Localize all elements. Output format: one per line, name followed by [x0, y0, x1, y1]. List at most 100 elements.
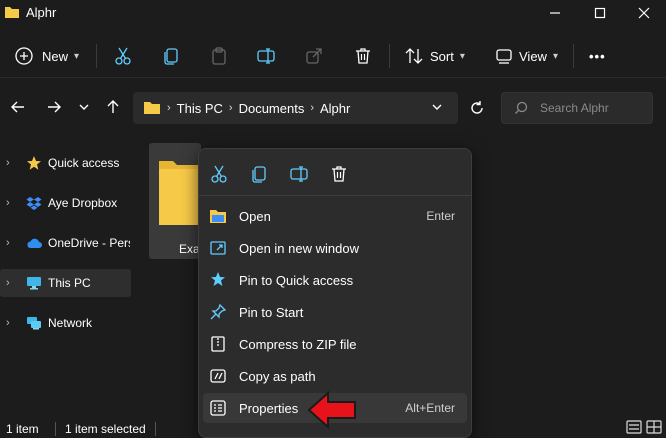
pin-start-icon — [210, 303, 227, 320]
menu-item-shortcut: Enter — [426, 209, 455, 223]
network-icon — [27, 317, 41, 330]
search-placeholder: Search Alphr — [540, 101, 609, 115]
divider — [96, 44, 97, 68]
monitor-icon — [27, 277, 41, 290]
search-box[interactable]: Search Alphr — [501, 92, 653, 124]
share-icon — [306, 48, 322, 64]
minimize-icon — [550, 12, 560, 14]
divider — [389, 44, 390, 68]
paste-button[interactable] — [209, 39, 229, 73]
chevron-right-icon[interactable]: › — [6, 157, 10, 169]
sidebar-item-label: This PC — [48, 276, 91, 290]
back-button[interactable] — [7, 96, 29, 118]
folder-icon — [144, 102, 160, 114]
menu-item-pin-start[interactable]: Pin to Start — [203, 297, 467, 327]
menu-item-shortcut: Alt+Enter — [405, 401, 455, 415]
rename-icon — [257, 48, 275, 64]
share-button[interactable] — [304, 39, 324, 73]
folder-open-icon — [210, 210, 226, 223]
copy-icon — [252, 166, 266, 183]
search-icon — [515, 101, 528, 114]
scissors-icon — [115, 47, 131, 65]
trash-icon — [356, 48, 370, 64]
rename-button[interactable] — [256, 39, 276, 73]
ctx-cut-button[interactable] — [208, 163, 230, 185]
status-bar: 1 item 1 item selected — [0, 418, 666, 438]
breadcrumb-documents[interactable]: Documents — [239, 101, 305, 116]
address-bar[interactable]: › This PC › Documents › Alphr — [133, 92, 458, 124]
sidebar-item-network[interactable]: › Network — [0, 309, 131, 337]
sidebar-item-onedrive[interactable]: › OneDrive - Pers — [0, 229, 131, 257]
sidebar-item-quick-access[interactable]: › Quick access — [0, 149, 131, 177]
sort-button[interactable]: Sort ▾ — [404, 39, 465, 73]
close-button[interactable] — [622, 0, 666, 26]
tiles-view-icon[interactable] — [646, 420, 662, 434]
menu-item-label: Open — [239, 208, 271, 224]
command-bar: New ▾ Sort ▾ View ▾ ••• — [0, 34, 666, 78]
scissors-icon — [211, 165, 227, 183]
menu-item-open-new-window[interactable]: Open in new window — [203, 233, 467, 263]
pin-icon — [211, 272, 225, 286]
sidebar-item-label: Aye Dropbox — [48, 196, 118, 210]
breadcrumb-alphr[interactable]: Alphr — [320, 101, 350, 116]
chevron-down-icon — [79, 104, 89, 110]
arrow-up-icon — [107, 100, 119, 113]
sidebar-item-label: Quick access — [48, 156, 120, 170]
folder-icon — [5, 7, 19, 18]
star-icon — [27, 156, 41, 170]
divider — [199, 195, 471, 196]
onedrive-cloud-icon — [27, 238, 42, 248]
chevron-right-icon[interactable]: › — [6, 237, 10, 249]
breadcrumb-this-pc[interactable]: This PC — [177, 101, 223, 116]
chevron-right-icon[interactable]: › — [6, 277, 10, 289]
zip-icon — [211, 336, 225, 352]
copy-path-icon — [210, 369, 226, 383]
menu-item-label: Properties — [239, 400, 299, 416]
address-dropdown-icon[interactable] — [431, 101, 443, 113]
maximize-button[interactable] — [578, 0, 622, 26]
divider — [155, 422, 156, 436]
maximize-icon — [594, 7, 606, 19]
ctx-copy-button[interactable] — [248, 163, 270, 185]
menu-item-compress-zip[interactable]: Compress to ZIP file — [203, 329, 467, 359]
close-icon — [638, 7, 650, 19]
cut-button[interactable] — [113, 39, 133, 73]
chevron-down-icon: ▾ — [459, 50, 465, 62]
ctx-rename-button[interactable] — [288, 163, 310, 185]
item-count: 1 item — [6, 422, 39, 436]
more-icon: ••• — [589, 48, 606, 64]
chevron-right-icon: › — [228, 102, 233, 114]
copy-icon — [164, 48, 178, 65]
arrow-right-icon — [48, 101, 61, 113]
forward-button[interactable] — [43, 96, 65, 118]
more-options-button[interactable]: ••• — [589, 39, 606, 73]
minimize-button[interactable] — [533, 0, 577, 26]
chevron-right-icon[interactable]: › — [6, 197, 10, 209]
dropbox-icon — [26, 197, 42, 210]
sidebar-item-this-pc[interactable]: › This PC — [0, 269, 131, 297]
recent-locations-button[interactable] — [73, 96, 95, 118]
view-button[interactable]: View ▾ — [495, 39, 558, 73]
ctx-delete-button[interactable] — [328, 163, 350, 185]
properties-icon — [210, 400, 226, 416]
sort-label: Sort — [430, 48, 454, 64]
details-view-icon[interactable] — [626, 420, 642, 434]
view-icon — [496, 49, 512, 64]
chevron-right-icon: › — [167, 102, 171, 114]
up-button[interactable] — [102, 96, 124, 118]
chevron-down-icon: ▾ — [552, 50, 558, 62]
copy-button[interactable] — [161, 39, 181, 73]
menu-item-pin-quick-access[interactable]: Pin to Quick access — [203, 265, 467, 295]
menu-item-copy-path[interactable]: Copy as path — [203, 361, 467, 391]
title-bar: Alphr — [0, 0, 666, 26]
menu-item-label: Copy as path — [239, 368, 316, 384]
menu-item-open[interactable]: Open Enter — [203, 201, 467, 231]
refresh-icon[interactable] — [468, 99, 486, 117]
chevron-right-icon[interactable]: › — [6, 317, 10, 329]
sidebar-item-label: Network — [48, 316, 93, 330]
divider — [573, 44, 574, 68]
clipboard-icon — [212, 47, 226, 65]
sidebar-item-dropbox[interactable]: › Aye Dropbox — [0, 189, 131, 217]
delete-button[interactable] — [353, 39, 373, 73]
new-button[interactable]: New ▾ — [14, 39, 79, 73]
